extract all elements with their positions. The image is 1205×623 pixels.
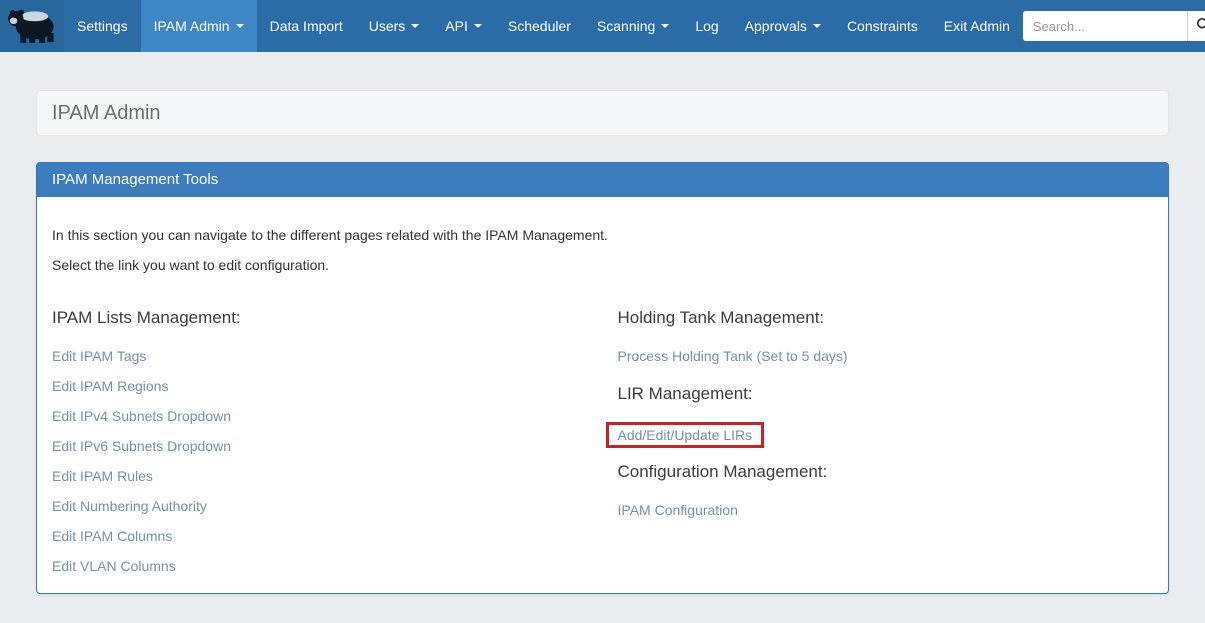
caret-down-icon [236,24,244,28]
search-input[interactable] [1023,11,1187,41]
link-process-holding-tank[interactable]: Process Holding Tank (Set to 5 days) [618,348,848,364]
intro-text-1: In this section you can navigate to the … [52,225,1153,245]
highlight-annotation-box: Add/Edit/Update LIRs [606,422,765,448]
intro-text-2: Select the link you want to edit configu… [52,255,1153,275]
link-edit-vlan-columns[interactable]: Edit VLAN Columns [52,558,176,574]
navbar: Settings IPAM Admin Data Import Users AP… [0,0,1205,52]
link-edit-ipam-rules[interactable]: Edit IPAM Rules [52,468,153,484]
nav-label: Constraints [847,18,918,34]
section-heading-lir: LIR Management: [618,383,1154,405]
nav-label: Scanning [597,18,655,34]
page-title: IPAM Admin [52,101,1153,125]
link-edit-ipam-columns[interactable]: Edit IPAM Columns [52,528,172,544]
right-column: Holding Tank Management: Process Holding… [603,285,1154,581]
nav-item-data-import[interactable]: Data Import [257,0,356,52]
section-heading-configuration: Configuration Management: [618,461,1154,483]
caret-down-icon [813,24,821,28]
nav-item-ipam-admin[interactable]: IPAM Admin [141,0,257,52]
nav-label: API [445,18,468,34]
nav-item-settings[interactable]: Settings [64,0,141,52]
app-logo[interactable] [0,0,64,52]
ipam-management-tools-panel: IPAM Management Tools In this section yo… [36,162,1169,594]
nav-label: Data Import [270,18,343,34]
columns-row: IPAM Lists Management: Edit IPAM Tags Ed… [52,285,1153,581]
link-edit-ipv4-subnets-dropdown[interactable]: Edit IPv4 Subnets Dropdown [52,408,231,424]
nav-label: Log [695,18,718,34]
section-heading-holding-tank: Holding Tank Management: [618,307,1154,329]
search-button[interactable] [1187,11,1205,41]
caret-down-icon [474,24,482,28]
nav-item-users[interactable]: Users [356,0,433,52]
panda-logo-icon [5,4,59,49]
nav-item-api[interactable]: API [432,0,495,52]
main-nav: Settings IPAM Admin Data Import Users AP… [64,0,1023,52]
caret-down-icon [411,24,419,28]
link-edit-numbering-authority[interactable]: Edit Numbering Authority [52,498,207,514]
nav-item-approvals[interactable]: Approvals [732,0,834,52]
nav-item-scheduler[interactable]: Scheduler [495,0,584,52]
nav-label: Settings [77,18,128,34]
search-icon [1196,17,1205,35]
search-group [1023,11,1205,41]
navbar-right [1023,0,1205,52]
panel-body: In this section you can navigate to the … [37,197,1168,593]
nav-item-scanning[interactable]: Scanning [584,0,682,52]
nav-label: Approvals [745,18,807,34]
link-edit-ipam-regions[interactable]: Edit IPAM Regions [52,378,168,394]
left-column: IPAM Lists Management: Edit IPAM Tags Ed… [52,285,603,581]
caret-down-icon [661,24,669,28]
nav-label: Exit Admin [944,18,1010,34]
nav-label: Scheduler [508,18,571,34]
link-add-edit-update-lirs[interactable]: Add/Edit/Update LIRs [618,427,753,443]
nav-label: Users [369,18,406,34]
link-edit-ipv6-subnets-dropdown[interactable]: Edit IPv6 Subnets Dropdown [52,438,231,454]
nav-item-log[interactable]: Log [682,0,731,52]
panel-heading: IPAM Management Tools [37,163,1168,197]
nav-item-exit-admin[interactable]: Exit Admin [931,0,1023,52]
link-edit-ipam-tags[interactable]: Edit IPAM Tags [52,348,146,364]
section-heading-ipam-lists: IPAM Lists Management: [52,307,603,329]
nav-label: IPAM Admin [154,18,230,34]
main-container: IPAM Admin IPAM Management Tools In this… [36,90,1169,594]
link-ipam-configuration[interactable]: IPAM Configuration [618,502,738,518]
page-title-panel: IPAM Admin [36,90,1169,136]
nav-item-constraints[interactable]: Constraints [834,0,931,52]
